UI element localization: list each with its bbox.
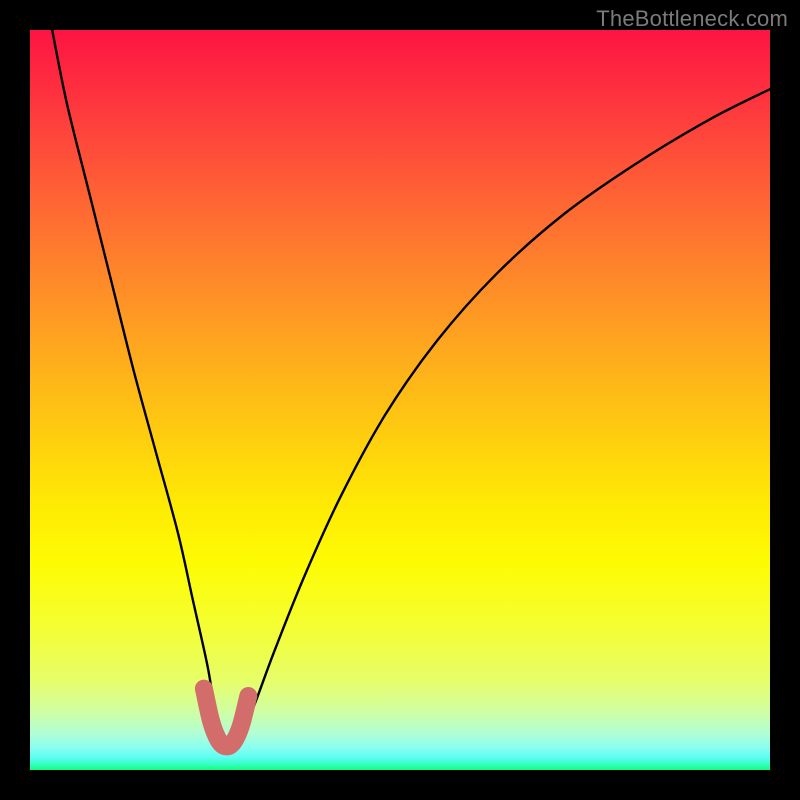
- plot-area: [30, 30, 770, 770]
- curve-layer: [30, 30, 770, 770]
- bottleneck-curve: [52, 30, 770, 748]
- highlight-trough: [204, 689, 248, 747]
- watermark-text: TheBottleneck.com: [596, 6, 788, 32]
- chart-frame: TheBottleneck.com: [0, 0, 800, 800]
